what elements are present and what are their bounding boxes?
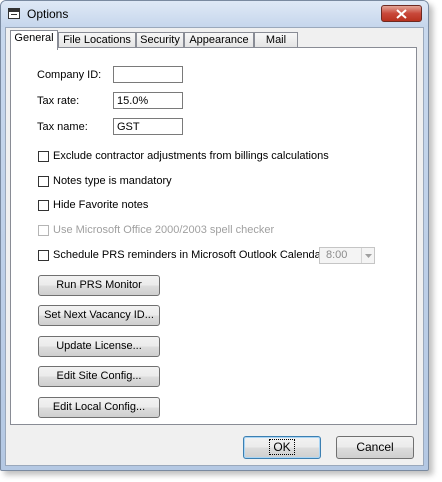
tab-appearance[interactable]: Appearance [184,32,254,48]
checkbox-label: Schedule PRS reminders in Microsoft Outl… [53,249,340,261]
tax-rate-label: Tax rate: [37,95,80,107]
general-tab-panel: Company ID: Tax rate: Tax name: Exclude … [10,47,417,425]
close-icon [396,9,407,19]
ok-button-label: OK [269,439,295,455]
tab-label: Security [140,34,180,46]
exclude-contractor-adjustments-checkbox[interactable] [38,151,49,162]
reminder-time-value: 8:00 [326,249,348,261]
notes-type-mandatory-checkbox[interactable] [38,176,49,187]
tax-name-field[interactable] [113,118,183,135]
tab-security[interactable]: Security [136,32,184,48]
company-id-field[interactable] [113,66,183,83]
tab-label: File Locations [63,34,131,46]
options-dialog: Options General File Locations Security … [0,0,429,471]
chevron-down-icon [365,254,372,258]
window-title: Options [27,7,69,21]
checkbox-label: Notes type is mandatory [53,175,172,187]
checkbox-label: Exclude contractor adjustments from bill… [53,150,329,162]
dialog-body: General File Locations Security Appearan… [5,27,424,466]
title-bar[interactable]: Options [1,1,428,27]
tax-rate-field[interactable] [113,92,183,109]
dropdown-button [361,248,374,263]
tab-label: Appearance [189,34,249,46]
ok-button[interactable]: OK [243,436,321,459]
run-prs-monitor-button[interactable]: Run PRS Monitor [38,275,160,296]
tab-label: Mail [265,34,287,46]
hide-favorite-notes-checkbox[interactable] [38,200,49,211]
reminder-time-select: 8:00 [319,247,375,264]
schedule-prs-reminders-checkbox[interactable] [38,250,49,261]
tax-name-label: Tax name: [37,121,88,133]
checkbox-label: Use Microsoft Office 2000/2003 spell che… [53,224,275,236]
checkbox-label: Hide Favorite notes [53,199,149,211]
tab-label: General [14,32,54,44]
tab-mail[interactable]: Mail [254,32,298,48]
update-license-button[interactable]: Update License... [38,336,160,357]
cancel-button[interactable]: Cancel [336,436,414,459]
form-window-icon [8,8,20,19]
tab-general[interactable]: General [10,30,58,50]
tab-file-locations[interactable]: File Locations [58,32,136,48]
set-next-vacancy-id-button[interactable]: Set Next Vacancy ID... [38,305,160,326]
spell-checker-checkbox [38,225,49,236]
edit-local-config-button[interactable]: Edit Local Config... [38,397,160,418]
edit-site-config-button[interactable]: Edit Site Config... [38,366,160,387]
company-id-label: Company ID: [37,69,102,81]
close-button[interactable] [381,5,422,22]
